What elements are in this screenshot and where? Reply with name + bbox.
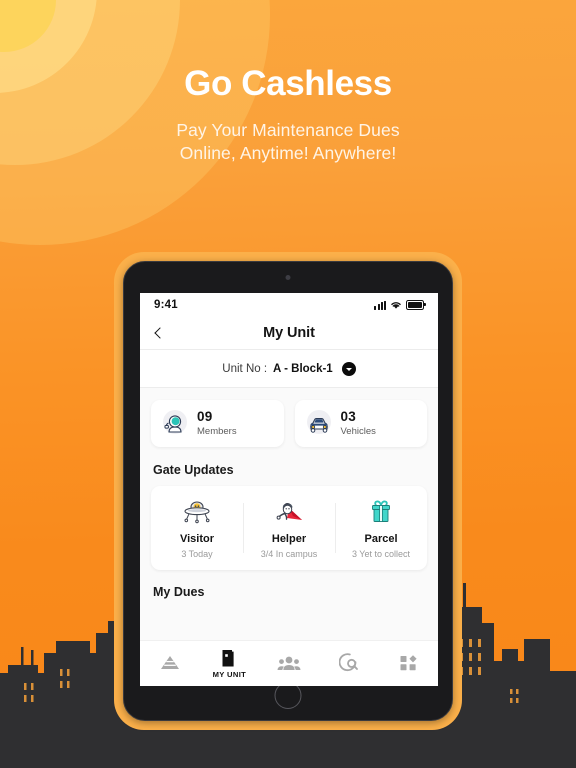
gate-parcel-name: Parcel (364, 533, 398, 545)
tab-apps[interactable] (378, 641, 438, 686)
door-icon (222, 649, 234, 666)
gate-updates-title: Gate Updates (153, 463, 234, 477)
chevron-down-circle-icon[interactable] (341, 361, 356, 376)
members-caption: Members (197, 425, 237, 437)
page-title: My Unit (263, 325, 315, 341)
members-card[interactable]: 09 Members (151, 400, 284, 447)
unit-label: Unit No : (222, 362, 268, 375)
promo-text-block: Go Cashless Pay Your Maintenance Dues On… (0, 66, 576, 166)
front-camera-icon (285, 275, 291, 280)
status-time: 9:41 (154, 299, 178, 311)
car-front-icon (305, 409, 333, 438)
tab-home[interactable] (140, 641, 200, 686)
gate-helper-detail: 3/4 In campus (260, 549, 318, 559)
gate-item-helper[interactable]: Helper 3/4 In campus (243, 497, 335, 559)
promo-subline-2: Online, Anytime! Anywhere! (179, 143, 397, 164)
tab-community[interactable] (259, 641, 319, 686)
home-triangle-icon (160, 655, 179, 669)
community-people-icon (277, 656, 301, 670)
ufo-visitor-icon (184, 501, 210, 524)
device-screen: 9:41 My Unit Unit No : A - Block-1 09 Me… (140, 293, 438, 686)
stat-card-row: 09 Members 03 Vehicles (151, 400, 427, 447)
tab-my-unit-label: MY UNIT (212, 669, 247, 679)
tab-my-unit[interactable]: MY UNIT (200, 641, 260, 686)
promo-poster: Go Cashless Pay Your Maintenance Dues On… (0, 0, 576, 768)
gate-updates-card: Visitor 3 Today Helper 3/4 In campus Par… (151, 486, 427, 570)
home-button[interactable] (274, 682, 302, 709)
app-header: My Unit (140, 317, 438, 349)
cellular-bars-icon (374, 300, 386, 310)
tab-discover[interactable] (319, 641, 379, 686)
gate-item-parcel[interactable]: Parcel 3 Yet to collect (335, 497, 427, 559)
promo-subline-1: Pay Your Maintenance Dues (176, 120, 400, 140)
battery-full-icon (406, 299, 426, 311)
gate-parcel-detail: 3 Yet to collect (351, 549, 411, 559)
grid-apps-icon (400, 654, 417, 670)
vehicles-caption: Vehicles (340, 425, 376, 437)
wifi-icon (391, 302, 401, 309)
gate-visitor-detail: 3 Today (181, 549, 213, 559)
status-bar: 9:41 (140, 293, 438, 317)
gate-item-visitor[interactable]: Visitor 3 Today (151, 497, 243, 559)
tablet-device: 9:41 My Unit Unit No : A - Block-1 09 Me… (123, 261, 453, 721)
members-count: 09 (197, 409, 213, 425)
superhero-helper-icon (276, 502, 302, 520)
status-indicators (374, 299, 426, 311)
gift-parcel-icon (372, 500, 390, 522)
unit-selector[interactable]: Unit No : A - Block-1 (140, 350, 438, 387)
unit-value: A - Block-1 (273, 362, 333, 375)
bottom-tab-bar: MY UNIT (140, 640, 438, 686)
gate-visitor-name: Visitor (179, 533, 215, 545)
vehicles-card[interactable]: 03 Vehicles (294, 400, 427, 447)
astronaut-member-icon (161, 409, 189, 438)
promo-headline: Go Cashless (184, 64, 392, 103)
promo-subline: Pay Your Maintenance Dues Online, Anytim… (0, 119, 576, 166)
my-dues-title: My Dues (153, 585, 205, 599)
vehicles-count: 03 (340, 409, 356, 425)
gate-helper-name: Helper (271, 533, 307, 545)
discover-search-icon (338, 653, 358, 672)
